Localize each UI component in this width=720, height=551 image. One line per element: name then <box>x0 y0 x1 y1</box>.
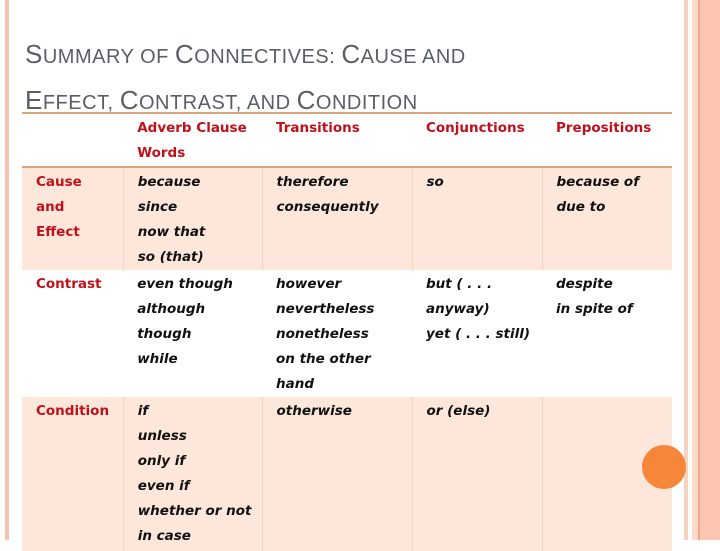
title-initial: E <box>25 85 43 115</box>
title-segment: onnectives: <box>194 46 342 68</box>
connective-word: yet ( . . . still) <box>426 326 531 342</box>
connective-word: nevertheless <box>276 301 375 317</box>
cell-conjunctions: but ( . . . anyway) yet ( . . . still) <box>412 270 542 397</box>
connective-word: so <box>426 174 444 190</box>
connective-word: if <box>137 403 149 419</box>
connective-word: now that <box>137 224 206 240</box>
row-label: Cause and Effect <box>22 167 124 270</box>
table-row-contrast: Contrast even though although though while ho… <box>22 270 672 397</box>
right-decorative-stripes <box>684 0 720 540</box>
cell-transitions: therefore consequently <box>261 167 412 270</box>
connective-word: in spite of <box>556 301 633 317</box>
connective-word: due to <box>556 199 606 215</box>
connective-word: however <box>276 276 342 292</box>
cell-prepositions: because of due to <box>541 167 672 270</box>
title-segment: ummary of <box>42 46 175 68</box>
connective-word: therefore <box>276 174 349 190</box>
cell-adverb-clause-words: even though although though while <box>123 270 262 397</box>
title-initial: C <box>119 85 139 115</box>
title-initial: C <box>296 85 316 115</box>
connective-word: anyway) <box>426 301 490 317</box>
header-adverb-clause-words: Adverb Clause Words <box>137 120 247 161</box>
connective-word: otherwise <box>276 403 352 419</box>
header-conjunctions: Conjunctions <box>426 120 525 136</box>
table-row-cause-and-effect: Cause and Effect because since now that so (… <box>22 167 672 270</box>
connective-word: but ( . . . <box>426 276 493 292</box>
table-row-condition: Condition if unless only if even if whether o… <box>22 397 672 551</box>
header-prepositions: Prepositions <box>556 120 652 136</box>
connective-word: since <box>137 199 178 215</box>
connective-word: because of <box>556 174 640 190</box>
cell-conjunctions: or (else) <box>411 397 542 551</box>
connective-word: even if <box>137 478 190 494</box>
connective-word: because <box>137 174 201 190</box>
connective-word: hand <box>276 376 314 392</box>
title-segment: ondition <box>315 92 418 114</box>
connective-word: nonetheless <box>276 326 369 342</box>
connective-word: on the other <box>276 351 371 367</box>
connective-word: so (that) <box>137 249 204 265</box>
header-corner <box>22 113 123 167</box>
connective-word: or (else) <box>426 403 491 419</box>
table-header-row: Adverb Clause Words Transitions Conjunct… <box>22 113 672 167</box>
connective-word: while <box>137 351 178 367</box>
title-initial: C <box>341 39 361 69</box>
decorative-circle <box>642 445 686 489</box>
connective-word: even though <box>137 276 233 292</box>
title-initial: S <box>25 39 43 69</box>
cell-transitions: however nevertheless nonetheless on the oth… <box>262 270 412 397</box>
connective-word: in case <box>137 528 191 544</box>
connectives-table: Adverb Clause Words Transitions Conjunct… <box>22 112 672 551</box>
title-segment: ause and <box>360 46 466 68</box>
cell-prepositions: despite in spite of <box>542 270 672 397</box>
header-transitions: Transitions <box>276 120 360 136</box>
title-segment: ffect, <box>42 92 120 114</box>
row-label: Condition <box>22 397 124 551</box>
cell-transitions: otherwise <box>261 397 412 551</box>
left-decorative-rule <box>5 0 9 540</box>
cell-adverb-clause-words: because since now that so (that) <box>122 167 262 270</box>
title-initial: C <box>174 39 195 69</box>
table-body: Cause and Effect because since now that so (… <box>22 167 672 551</box>
connective-word: whether or not <box>137 503 252 519</box>
connective-word: despite <box>556 276 613 292</box>
cell-adverb-clause-words: if unless only if even if whether or not in c… <box>122 397 262 551</box>
connective-word: though <box>137 326 192 342</box>
connective-word: only if <box>137 453 186 469</box>
slide-title-line-1: Summary of Connectives: Cause and <box>25 33 665 79</box>
connective-word: although <box>137 301 206 317</box>
connective-word: consequently <box>276 199 379 215</box>
stripe <box>700 0 720 540</box>
row-label: Contrast <box>36 276 102 292</box>
connective-word: unless <box>137 428 187 444</box>
title-segment: ontrast, and <box>138 92 297 114</box>
cell-conjunctions: so <box>411 167 542 270</box>
